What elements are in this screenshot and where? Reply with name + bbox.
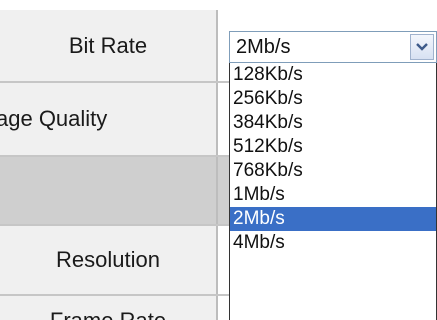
resolution-label: Resolution bbox=[0, 226, 218, 294]
chevron-down-icon[interactable] bbox=[410, 34, 434, 60]
frame-rate-label: Frame Rate bbox=[0, 296, 218, 320]
settings-form: Bit Rate age Quality Resolution Frame Ra… bbox=[0, 0, 437, 320]
dropdown-option[interactable]: 512Kb/s bbox=[230, 135, 436, 159]
bit-rate-label: Bit Rate bbox=[0, 10, 218, 81]
dropdown-option[interactable]: 128Kb/s bbox=[230, 63, 436, 87]
bit-rate-dropdown-list[interactable]: 128Kb/s 256Kb/s 384Kb/s 512Kb/s 768Kb/s … bbox=[229, 63, 437, 320]
image-quality-label-text: age Quality bbox=[0, 106, 108, 131]
dropdown-option[interactable]: 256Kb/s bbox=[230, 87, 436, 111]
bit-rate-select-value: 2Mb/s bbox=[236, 36, 291, 58]
dropdown-option[interactable]: 768Kb/s bbox=[230, 159, 436, 183]
image-quality-label: age Quality bbox=[0, 83, 218, 155]
dropdown-option[interactable]: 384Kb/s bbox=[230, 111, 436, 135]
dropdown-option[interactable]: 4Mb/s bbox=[230, 231, 436, 255]
dropdown-option[interactable]: 1Mb/s bbox=[230, 183, 436, 207]
bit-rate-select[interactable]: 2Mb/s bbox=[229, 31, 437, 63]
dropdown-option-selected[interactable]: 2Mb/s bbox=[230, 207, 436, 231]
blank-row-label bbox=[0, 157, 218, 224]
